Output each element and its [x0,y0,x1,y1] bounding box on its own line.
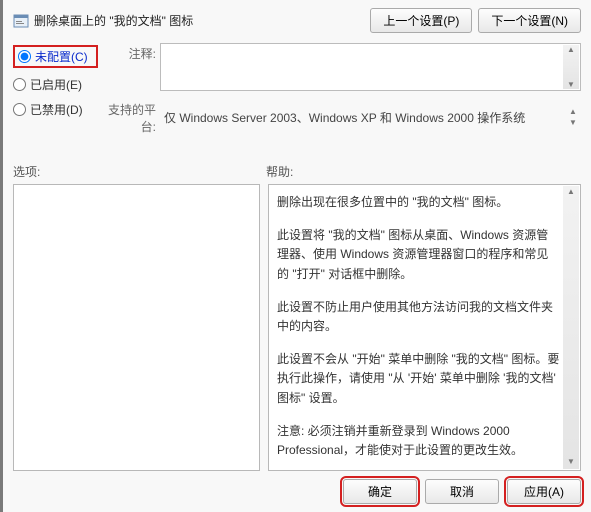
comment-row: 注释: ▲ ▼ [98,43,581,91]
policy-icon [13,13,29,29]
radio-enabled-input[interactable] [13,78,26,91]
comment-textbox[interactable]: ▲ ▼ [160,43,581,91]
scroll-down-icon[interactable]: ▼ [569,118,577,127]
radio-disabled-input[interactable] [13,103,26,116]
cancel-button[interactable]: 取消 [425,479,499,504]
scroll-up-icon[interactable]: ▲ [569,107,577,116]
apply-button[interactable]: 应用(A) [507,479,581,504]
help-paragraph: 删除出现在很多位置中的 "我的文档" 图标。 [277,193,560,212]
help-label: 帮助: [266,163,293,180]
previous-setting-button[interactable]: 上一个设置(P) [370,8,472,33]
help-paragraph: 此设置不防止用户使用其他方法访问我的文档文件夹中的内容。 [277,298,560,336]
config-row: 未配置(C) 已启用(E) 已禁用(D) 注释: ▲ ▼ [13,43,581,135]
radio-enabled-label: 已启用(E) [30,76,82,93]
radio-disabled-label: 已禁用(D) [30,101,83,118]
scroll-down-icon[interactable]: ▼ [567,80,575,89]
mid-labels: 选项: 帮助: [13,163,581,180]
footer: 确定 取消 应用(A) [13,479,581,504]
ok-button[interactable]: 确定 [343,479,417,504]
help-paragraph: 此设置不会从 "开始" 菜单中删除 "我的文档" 图标。要执行此操作，请使用 "… [277,350,560,408]
comment-area: 注释: ▲ ▼ 支持的平台: 仅 Windows Server 2003、Win… [98,43,581,135]
radio-not-configured-input[interactable] [18,50,31,63]
help-paragraph: 注意: 必须注销并重新登录到 Windows 2000 Professional… [277,422,560,460]
options-pane [13,184,260,471]
platform-text: 仅 Windows Server 2003、Windows XP 和 Windo… [160,109,561,126]
help-pane: 删除出现在很多位置中的 "我的文档" 图标。 此设置将 "我的文档" 图标从桌面… [268,184,581,471]
scroll-up-icon[interactable]: ▲ [567,186,575,199]
scroll-down-icon[interactable]: ▼ [567,456,575,469]
radio-not-configured-label: 未配置(C) [35,48,88,65]
header: 删除桌面上的 "我的文档" 图标 上一个设置(P) 下一个设置(N) [13,8,581,33]
dialog-title: 删除桌面上的 "我的文档" 图标 [34,12,193,29]
comment-label: 注释: [98,43,156,62]
radio-not-configured[interactable]: 未配置(C) [13,45,98,68]
scroll-up-icon[interactable]: ▲ [567,45,575,54]
options-label: 选项: [13,163,266,180]
panes: 删除出现在很多位置中的 "我的文档" 图标。 此设置将 "我的文档" 图标从桌面… [13,184,581,471]
radio-group: 未配置(C) 已启用(E) 已禁用(D) [13,43,98,135]
platform-row: 支持的平台: 仅 Windows Server 2003、Windows XP … [98,99,581,135]
title-group: 删除桌面上的 "我的文档" 图标 [13,12,193,29]
radio-disabled[interactable]: 已禁用(D) [13,101,98,118]
radio-enabled[interactable]: 已启用(E) [13,76,98,93]
policy-dialog: 删除桌面上的 "我的文档" 图标 上一个设置(P) 下一个设置(N) 未配置(C… [0,0,591,512]
nav-buttons: 上一个设置(P) 下一个设置(N) [370,8,581,33]
next-setting-button[interactable]: 下一个设置(N) [478,8,581,33]
comment-scrollbar[interactable]: ▲ ▼ [563,45,579,89]
help-scrollbar[interactable]: ▲ ▼ [563,186,579,469]
platform-label: 支持的平台: [98,99,156,135]
help-paragraph: 此设置将 "我的文档" 图标从桌面、Windows 资源管理器、使用 Windo… [277,226,560,284]
